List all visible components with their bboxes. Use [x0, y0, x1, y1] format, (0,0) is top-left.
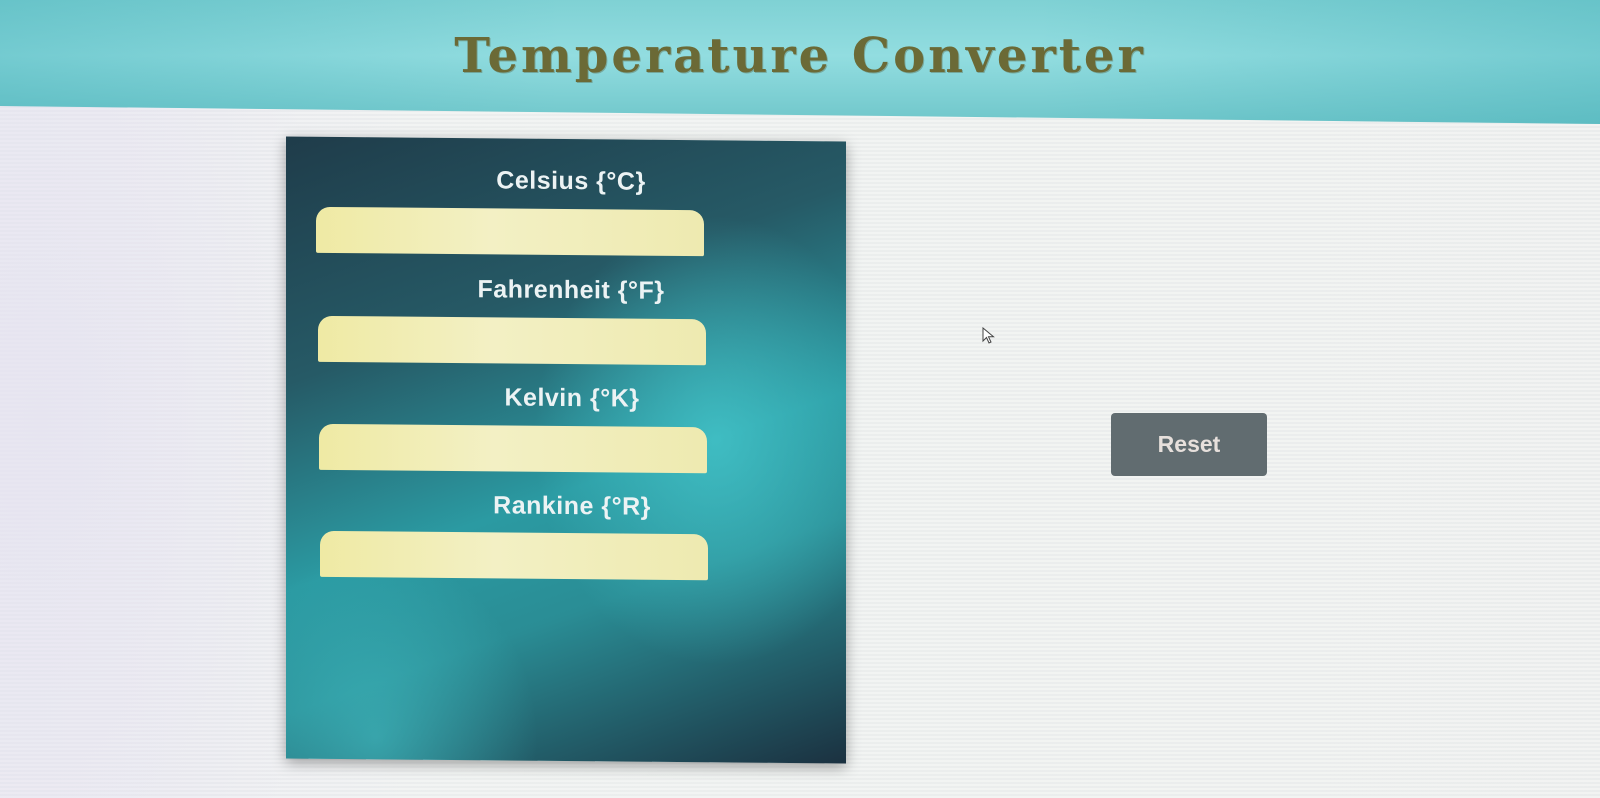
celsius-label: Celsius {°C} [496, 166, 646, 196]
rankine-input[interactable] [320, 530, 708, 581]
fahrenheit-input[interactable] [318, 315, 706, 366]
fahrenheit-label: Fahrenheit {°F} [477, 275, 665, 305]
mouse-pointer-icon [982, 327, 995, 344]
kelvin-label: Kelvin {°K} [504, 383, 640, 413]
reset-button[interactable]: Reset [1111, 413, 1267, 476]
page-title: Temperature Converter [454, 28, 1146, 84]
converter-panel: Celsius {°C} Fahrenheit {°F} Kelvin {°K}… [286, 136, 846, 764]
rankine-label: Rankine {°R} [493, 491, 651, 521]
celsius-input[interactable] [316, 206, 704, 257]
kelvin-input[interactable] [319, 423, 707, 474]
